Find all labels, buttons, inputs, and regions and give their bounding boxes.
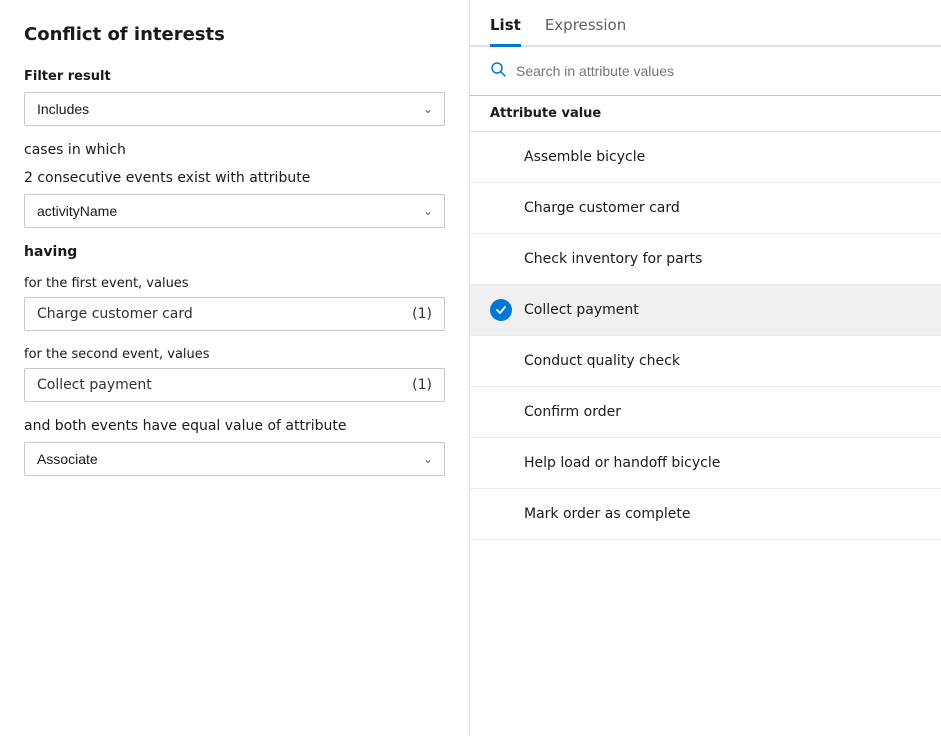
list-item[interactable]: Mark order as complete [470, 489, 941, 540]
empty-icon [490, 350, 512, 372]
right-panel: List Expression Attribute value Assemble… [470, 0, 941, 736]
first-event-count: (1) [412, 306, 432, 322]
second-event-label: for the second event, values [24, 347, 445, 362]
attribute-column-header: Attribute value [470, 96, 941, 132]
equal-attr-label: and both events have equal value of attr… [24, 418, 445, 434]
list-item[interactable]: Conduct quality check [470, 336, 941, 387]
empty-icon [490, 146, 512, 168]
tab-list[interactable]: List [490, 16, 521, 47]
attr-value-text: Charge customer card [524, 200, 680, 216]
left-panel: Conflict of interests Filter result Incl… [0, 0, 470, 736]
filter-result-wrapper: Includes Excludes ⌄ [24, 92, 445, 126]
attr-value-text: Conduct quality check [524, 353, 680, 369]
empty-icon [490, 452, 512, 474]
page-title: Conflict of interests [24, 24, 445, 45]
empty-icon [490, 503, 512, 525]
associate-wrapper: Associate Resource CaseId ⌄ [24, 442, 445, 476]
first-event-text: Charge customer card [37, 306, 193, 322]
first-event-label: for the first event, values [24, 276, 445, 291]
filter-result-select[interactable]: Includes Excludes [24, 92, 445, 126]
cases-label: cases in which [24, 142, 445, 158]
consecutive-label: 2 consecutive events exist with attribut… [24, 170, 445, 186]
list-item-selected[interactable]: Collect payment [470, 285, 941, 336]
list-item[interactable]: Help load or handoff bicycle [470, 438, 941, 489]
list-item[interactable]: Check inventory for parts [470, 234, 941, 285]
search-icon [490, 61, 506, 81]
attr-value-text: Assemble bicycle [524, 149, 645, 165]
empty-icon [490, 197, 512, 219]
attribute-select[interactable]: activityName caseId resource [24, 194, 445, 228]
search-row [470, 47, 941, 96]
attribute-list: Attribute value Assemble bicycle Charge … [470, 96, 941, 736]
first-event-value-box[interactable]: Charge customer card (1) [24, 297, 445, 331]
having-label: having [24, 244, 445, 260]
second-event-value-box[interactable]: Collect payment (1) [24, 368, 445, 402]
attr-value-text: Check inventory for parts [524, 251, 702, 267]
filter-result-label: Filter result [24, 69, 445, 84]
attr-value-text: Help load or handoff bicycle [524, 455, 720, 471]
empty-icon [490, 401, 512, 423]
associate-select[interactable]: Associate Resource CaseId [24, 442, 445, 476]
list-item[interactable]: Charge customer card [470, 183, 941, 234]
second-event-text: Collect payment [37, 377, 152, 393]
attribute-wrapper: activityName caseId resource ⌄ [24, 194, 445, 228]
tab-expression[interactable]: Expression [545, 16, 626, 47]
second-event-count: (1) [412, 377, 432, 393]
list-item[interactable]: Assemble bicycle [470, 132, 941, 183]
empty-icon [490, 248, 512, 270]
attr-value-text: Confirm order [524, 404, 621, 420]
attr-value-text: Mark order as complete [524, 506, 690, 522]
attr-value-text: Collect payment [524, 302, 639, 318]
tabs-row: List Expression [470, 0, 941, 47]
search-input[interactable] [516, 63, 921, 79]
list-item[interactable]: Confirm order [470, 387, 941, 438]
check-circle-icon [490, 299, 512, 321]
